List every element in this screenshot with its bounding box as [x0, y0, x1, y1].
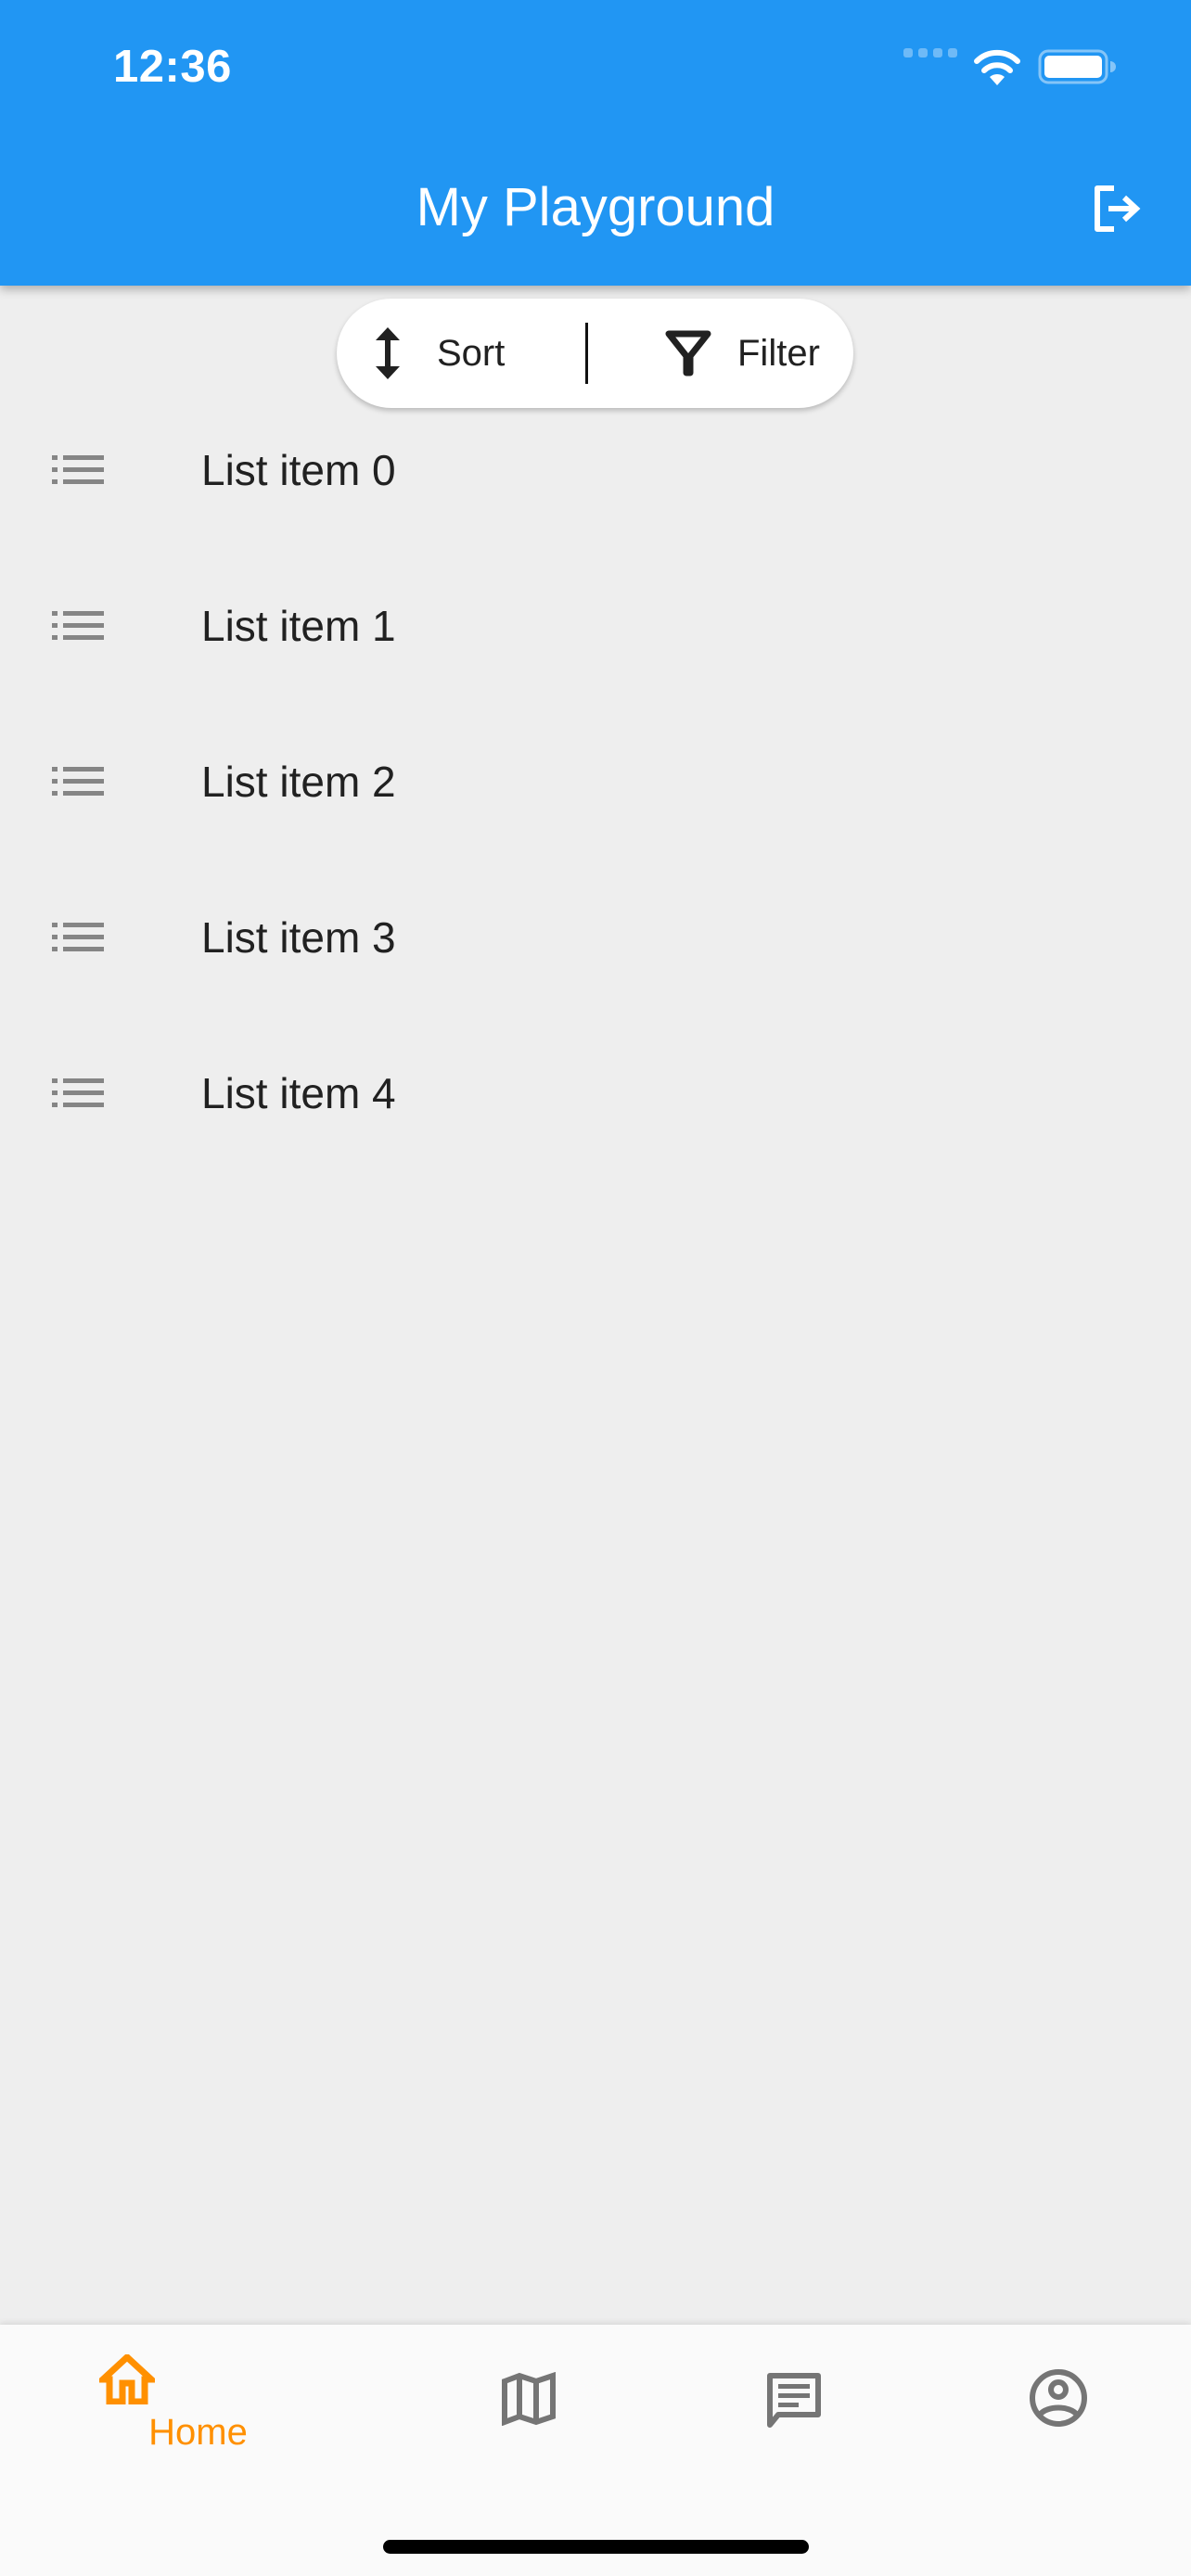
account-circle-icon	[1030, 2369, 1087, 2427]
signal-dot	[903, 48, 913, 57]
signal-icon	[903, 48, 957, 57]
nav-item-map[interactable]	[380, 2325, 678, 2492]
list-icon	[52, 611, 104, 640]
battery-icon	[1038, 49, 1116, 84]
nav-item-account[interactable]	[909, 2325, 1191, 2492]
list-item-label: List item 3	[201, 913, 396, 962]
nav-item-messages[interactable]	[645, 2325, 942, 2492]
app-bar: 12:36 My Playground	[0, 0, 1191, 286]
list-icon	[52, 1078, 104, 1107]
list-item-label: List item 2	[201, 758, 396, 806]
home-icon	[99, 2354, 155, 2404]
sort-filter-bar: Sort Filter	[337, 299, 853, 408]
list-item[interactable]: List item 2	[0, 704, 1191, 860]
list-item-label: List item 0	[201, 446, 396, 494]
filter-button[interactable]: Filter	[665, 299, 820, 408]
list-item[interactable]: List item 3	[0, 860, 1191, 1015]
filter-funnel-icon	[665, 330, 711, 376]
list-icon	[52, 455, 104, 484]
logout-button[interactable]	[1085, 176, 1150, 241]
list-icon	[52, 923, 104, 951]
signal-dot	[948, 48, 957, 57]
page-title: My Playground	[416, 177, 775, 237]
list-item[interactable]: List item 0	[0, 392, 1191, 548]
sort-label: Sort	[437, 333, 506, 374]
sort-vertical-arrows-icon	[376, 327, 400, 379]
list-icon	[52, 767, 104, 796]
wifi-icon	[974, 49, 1020, 85]
list-item[interactable]: List item 4	[0, 1015, 1191, 1171]
nav-label-home: Home	[148, 2412, 248, 2453]
logout-icon	[1095, 185, 1141, 232]
divider	[585, 323, 588, 384]
item-list: List item 0 List item 1 List item 2 List…	[0, 392, 1191, 1171]
map-icon	[502, 2372, 556, 2426]
status-time: 12:36	[113, 42, 232, 92]
home-indicator	[383, 2540, 809, 2554]
list-item-label: List item 1	[201, 602, 396, 650]
list-item-label: List item 4	[201, 1069, 396, 1117]
sort-button[interactable]: Sort	[374, 299, 505, 408]
signal-dot	[918, 48, 928, 57]
nav-item-home[interactable]: Home	[49, 2325, 347, 2492]
signal-dot	[933, 48, 942, 57]
filter-label: Filter	[737, 333, 820, 374]
bottom-navigation: Home	[0, 2325, 1191, 2576]
chat-icon	[767, 2373, 821, 2428]
list-item[interactable]: List item 1	[0, 548, 1191, 704]
